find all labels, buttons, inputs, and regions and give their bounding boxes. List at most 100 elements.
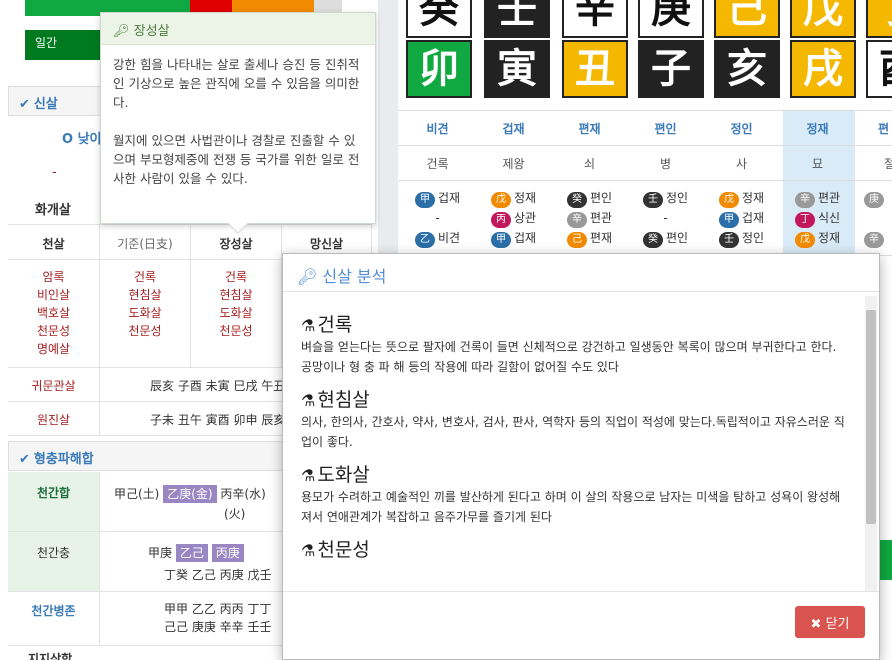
sinsal-item[interactable]: 천문성	[8, 322, 99, 340]
twelve-stage: 쇠	[583, 157, 596, 171]
analysis-item-title-text: 건록	[317, 314, 353, 336]
cheonganhap-pair: 丙辛(水)	[220, 487, 266, 501]
analysis-item-title-text: 천문성	[317, 539, 370, 561]
hidden-stem-label: 겁재	[741, 211, 765, 225]
sinsal-item[interactable]: 명예살	[8, 340, 99, 358]
sinsal-item[interactable]: 암록	[8, 268, 99, 286]
sinsal-dash: -	[52, 165, 57, 180]
hidden-stem-label: 정인	[665, 191, 689, 205]
hidden-stem-label: 편재	[589, 231, 613, 245]
hyeongchung-header-label: 형충파해합	[33, 452, 94, 467]
check-icon: ✔	[19, 97, 30, 112]
tengod-label: 정인	[730, 122, 753, 136]
hwagaesal-label: 화개살	[35, 203, 71, 218]
branch-char[interactable]: 寅	[484, 40, 550, 98]
hidden-stem-dot: 丁	[794, 212, 815, 228]
branch-char[interactable]: 丑	[562, 40, 628, 98]
analysis-item-desc: 용모가 수려하고 예술적인 끼를 발산하게 된다고 하며 이 살의 작용으로 남…	[301, 490, 841, 524]
twelve-stage: 제왕	[502, 157, 525, 171]
hidden-stems: 癸 편인 辛 편관 己 편재	[552, 188, 627, 248]
cheonganchung-pair: 丁癸 乙己 丙庚 戊壬	[164, 568, 272, 582]
hidden-stem-dot: 戊	[718, 192, 739, 208]
analysis-item-title: ⚗ 현침살	[301, 385, 849, 412]
modal-title: 신살 분석	[322, 267, 387, 286]
sinsal-item[interactable]: 도화살	[100, 304, 190, 322]
stem-char[interactable]: 戊	[790, 0, 856, 38]
flask-icon: ⚗	[301, 541, 316, 560]
stem-char[interactable]: 壬	[484, 0, 550, 38]
branch-char[interactable]: 戌	[790, 40, 856, 98]
flask-icon: ⚗	[301, 466, 316, 485]
modal-body[interactable]: ⚗ 건록 벼슬을 얻는다는 뜻으로 팔자에 건록이 들면 신체적으로 강건하고 일…	[283, 292, 867, 592]
sinsal-item[interactable]: 천문성	[100, 322, 190, 340]
tengod-label: 비견	[426, 122, 449, 136]
cheonganchung-pair: 甲庚	[148, 546, 173, 560]
wonjin-label: 원진살	[8, 402, 100, 436]
hidden-stem-label: 상관	[513, 211, 537, 225]
tooltip-paragraph: 강한 힘을 나타내는 살로 출세나 승진 등 진취적인 기상으로 높은 관직에 …	[113, 57, 360, 110]
divider	[398, 145, 892, 146]
cheonganhap-highlight[interactable]: 乙庚(金)	[163, 485, 217, 503]
twelve-stage: 절	[884, 157, 892, 171]
scrollbar-thumb[interactable]	[866, 310, 876, 524]
flask-icon: ⚗	[301, 391, 316, 410]
modal-scrollbar[interactable]	[865, 296, 877, 592]
cheonganchung-highlight[interactable]: 丙庚	[211, 544, 244, 562]
branch-char[interactable]: 酉	[866, 40, 892, 98]
branch-char[interactable]: 亥	[714, 40, 780, 98]
hidden-stem-label: 정인	[741, 231, 765, 245]
sub-header-base: 기준(日支)	[100, 224, 191, 260]
stem-char[interactable]: 辛	[562, 0, 628, 38]
tengod-label: 겁재	[502, 122, 525, 136]
jiji-label: 지지삼합	[28, 652, 73, 660]
sinsal-item[interactable]: 건록	[100, 268, 190, 286]
hidden-stems: 辛 편관 丁 식신 戊 정재	[780, 188, 855, 248]
analysis-item-desc: 벼슬을 얻는다는 뜻으로 팔자에 건록이 들면 신체적으로 강건하고 일생동안 …	[301, 340, 837, 374]
hidden-stems: 戊 정재 丙 상관 甲 겁재	[476, 188, 551, 248]
analysis-item-title: ⚗ 도화살	[301, 460, 849, 487]
twelve-stage: 묘	[811, 157, 824, 171]
tooltip-title: 장성살	[133, 24, 170, 39]
cheonganchung-highlight[interactable]: 乙己	[175, 544, 208, 562]
hidden-stem-label: 정재	[513, 191, 537, 205]
cheonganhap-pair: (火)	[224, 507, 246, 521]
branch-char[interactable]: 卯	[406, 40, 472, 98]
hidden-stems: 壬 정인 - 癸 편인	[628, 188, 703, 248]
analysis-item-title-text: 도화살	[317, 464, 370, 486]
hidden-stem-dot: 丙	[490, 212, 511, 228]
sinsal-col-3: 건록 현침살 도화살 천문성	[191, 260, 282, 368]
divider	[398, 110, 892, 111]
hidden-stem-label: 편인	[665, 231, 689, 245]
sinsal-item[interactable]: 천문성	[191, 322, 281, 340]
analysis-item-desc: 의사, 한의사, 간호사, 약사, 변호사, 검사, 판사, 역학자 등의 직업…	[301, 415, 845, 449]
sub-header-cheonsal: 천살	[8, 224, 100, 260]
sinsal-item[interactable]: 비인살	[8, 286, 99, 304]
hidden-stem-dot: 辛	[864, 232, 884, 248]
hidden-stem-label: 겁재	[513, 231, 537, 245]
cheonganhap-pair: 甲己(土)	[114, 487, 160, 501]
stem-char[interactable]: 庚	[638, 0, 704, 38]
stem-char[interactable]: 癸	[406, 0, 472, 38]
ilgan-badge: 일간	[25, 30, 100, 60]
sinsal-item[interactable]: 도화살	[191, 304, 281, 322]
day-night-radio[interactable]: O 낮이	[62, 128, 102, 147]
hidden-stem-dot: 乙	[414, 232, 435, 248]
sinsal-item[interactable]: 건록	[191, 268, 281, 286]
tooltip-header: 🔑︎ 장성살	[101, 13, 375, 45]
tooltip-paragraph: 월지에 있으면 사법관이나 경찰로 진출할 수 있으며 부모형제중에 전쟁 등 …	[113, 133, 360, 186]
hidden-stem-dot: 壬	[642, 192, 663, 208]
stem-char[interactable]: 丁	[866, 0, 892, 38]
hidden-stem-label: 편관	[589, 211, 613, 225]
flask-icon: ⚗	[301, 316, 316, 335]
branch-char[interactable]: 子	[638, 40, 704, 98]
analysis-item-title: ⚗ 건록	[301, 310, 849, 337]
close-button[interactable]: ✖ 닫기	[795, 606, 865, 638]
twelve-stage: 병	[659, 157, 672, 171]
tooltip-body: 강한 힘을 나타내는 살로 출세나 승진 등 진취적인 기상으로 높은 관직에 …	[101, 45, 375, 198]
hidden-stem-dot: 戊	[490, 192, 511, 208]
stem-char[interactable]: 己	[714, 0, 780, 38]
hidden-stem-dot: 戊	[794, 232, 815, 248]
sinsal-item[interactable]: 백호살	[8, 304, 99, 322]
sinsal-item[interactable]: 현침살	[191, 286, 281, 304]
sinsal-item[interactable]: 현침살	[100, 286, 190, 304]
